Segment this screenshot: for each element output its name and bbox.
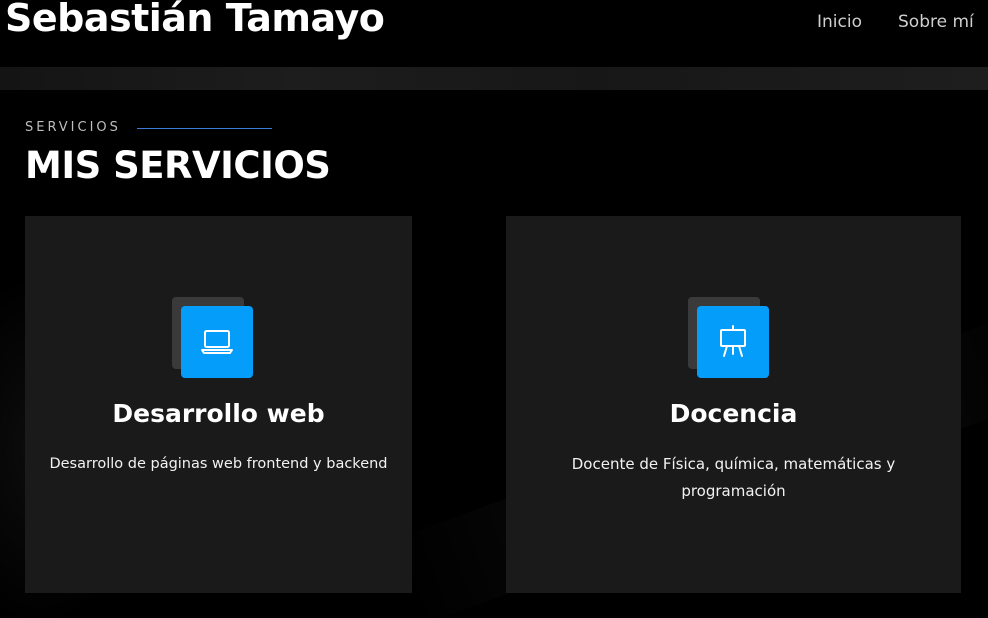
section-title: MIS SERVICIOS [25,144,331,187]
service-title: Docencia [669,399,798,428]
site-header: Sebastián Tamayo Inicio Sobre mí [0,0,988,67]
icon-box [181,306,253,378]
service-icon-container [688,297,770,379]
header-divider-strip [0,67,988,90]
service-title: Desarrollo web [112,399,325,428]
section-eyebrow: SERVICIOS [25,120,121,135]
service-description: Desarrollo de páginas web frontend y bac… [49,456,388,472]
site-brand[interactable]: Sebastián Tamayo [5,0,385,40]
service-card-docencia: Docencia Docente de Física, química, mat… [506,216,961,593]
services-section: SERVICIOS MIS SERVICIOS Desarrollo web D… [0,90,988,618]
icon-box [697,306,769,378]
eyebrow-divider [137,128,272,129]
nav-link-sobre-mi[interactable]: Sobre mí [898,12,974,32]
service-icon-container [172,297,254,379]
service-card-web: Desarrollo web Desarrollo de páginas web… [25,216,412,593]
nav-link-inicio[interactable]: Inicio [817,12,862,32]
service-description: Docente de Física, química, matemáticas … [571,455,896,500]
laptop-icon [200,328,234,356]
presentation-easel-icon [717,325,749,359]
